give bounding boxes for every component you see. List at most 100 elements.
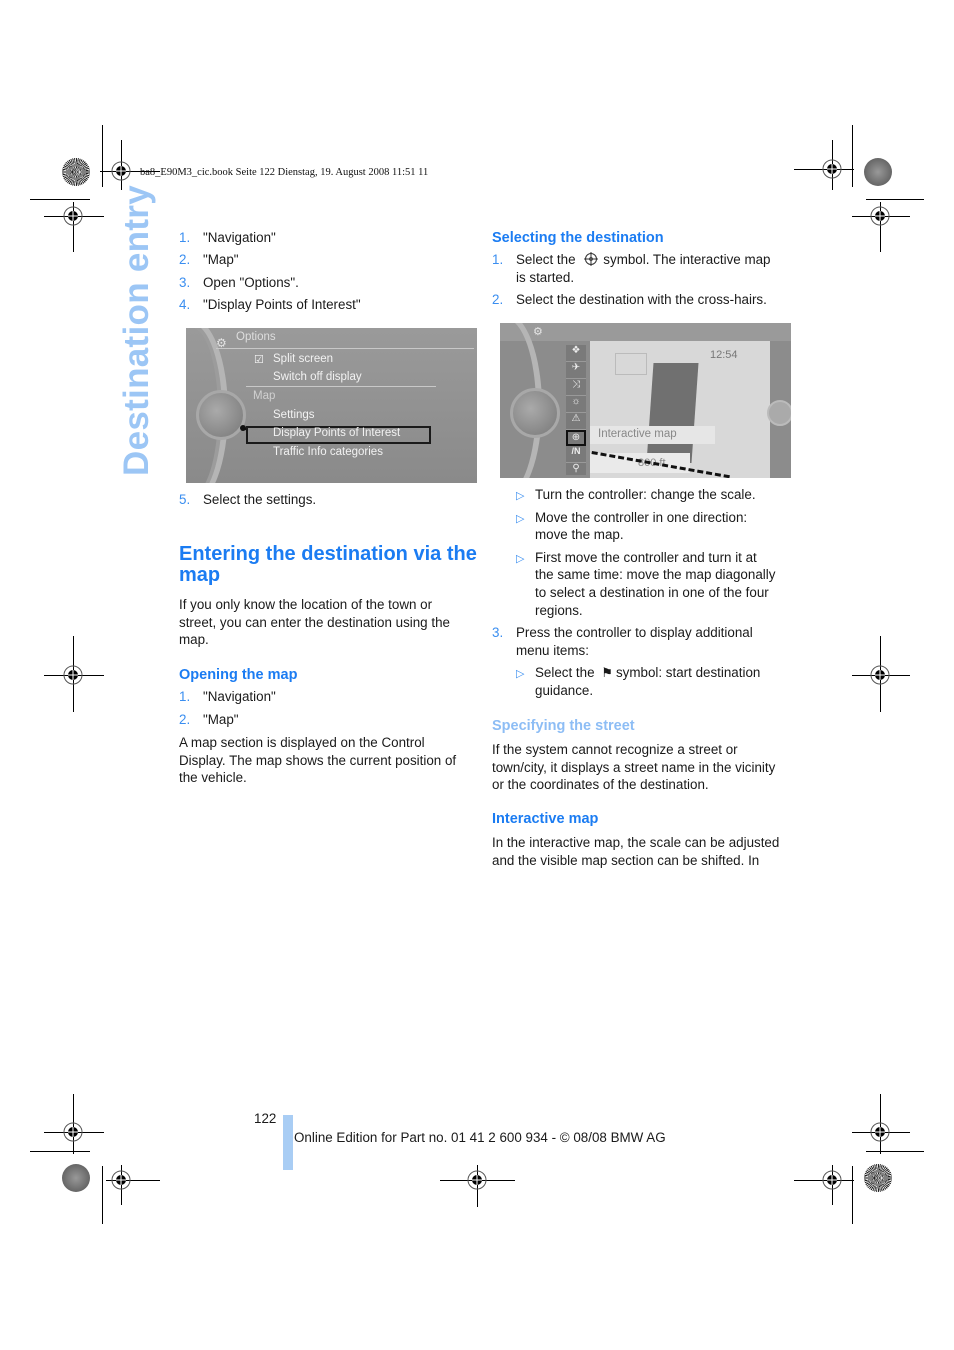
list-item: 2. "Map": [179, 251, 239, 269]
crop-line: [102, 125, 103, 187]
menu-item-settings[interactable]: Settings: [273, 409, 315, 421]
nav-gear-icon: ⚙: [533, 326, 543, 338]
interactive-map-screenshot: ⚙ 12:54 ❖ ✈ ⤨ ☼ ⚠ ⊕ /N ⚲ Interactive map…: [500, 323, 791, 478]
map-clock: 12:54: [710, 349, 738, 361]
step-number: 2.: [179, 712, 191, 727]
bullet-text-continued: guidance.: [535, 683, 594, 698]
bullet-text: Select the: [535, 665, 595, 680]
bullet-item: ▷ Select the ⚑ symbol: start destination: [516, 664, 760, 683]
bullet-text: First move the controller and turn it at: [535, 550, 757, 565]
options-menu-screenshot: ⚙ Options ☑ Split screen Switch off disp…: [186, 328, 477, 483]
list-item: 1. "Navigation": [179, 688, 276, 706]
step-text-continued: is started.: [516, 270, 575, 285]
menu-section-map: Map: [253, 390, 276, 402]
crosshair-button[interactable]: ⊕: [566, 430, 586, 446]
step-text-continued: menu items:: [516, 643, 589, 658]
divider: [216, 348, 474, 349]
screen-titlebar: [500, 323, 791, 341]
step-number: 1.: [492, 252, 504, 267]
chapter-side-title: Destination entry: [117, 185, 156, 476]
bullet-text: symbol: start destination: [615, 665, 761, 680]
edition-notice: Online Edition for Part no. 01 41 2 600 …: [294, 1130, 666, 1145]
list-item: 4. "Display Points of Interest": [179, 296, 361, 314]
list-item: 3. Press the controller to display additi…: [492, 624, 753, 642]
checkered-flag-icon: ⚑: [601, 665, 613, 680]
step-text: "Navigation": [203, 230, 276, 245]
toolbar-button[interactable]: ❖: [566, 345, 586, 362]
list-item: 2. Select the destination with the cross-…: [492, 291, 767, 309]
step-number: 4.: [179, 297, 191, 312]
step-text: "Display Points of Interest": [203, 297, 361, 312]
map-block: [646, 363, 699, 463]
crop-line: [866, 199, 924, 200]
toolbar-button[interactable]: ☼: [566, 396, 586, 413]
subheading-interactive-map: Interactive map: [492, 811, 599, 827]
step-number: 2.: [179, 252, 191, 267]
crop-line: [852, 125, 853, 187]
crop-line: [30, 199, 90, 200]
registration-target-icon: [111, 161, 131, 181]
toolbar-button[interactable]: ⤨: [566, 379, 586, 396]
menu-item-traffic-info[interactable]: Traffic Info categories: [273, 446, 383, 458]
registration-target-icon: [870, 206, 890, 226]
interactive-map-label: Interactive map: [598, 428, 677, 440]
controller-knob-icon: [196, 390, 246, 440]
warning-icon[interactable]: ⚠: [566, 413, 586, 430]
crop-line: [852, 1166, 853, 1224]
street-paragraph: If the system cannot recognize a street …: [492, 742, 776, 792]
menu-item-display-poi[interactable]: Display Points of Interest: [273, 427, 400, 439]
step-text: "Map": [203, 712, 239, 727]
crop-line: [866, 1151, 924, 1152]
right-controller-icon: [767, 400, 791, 426]
interactive-paragraph: In the interactive map, the scale can be…: [492, 835, 780, 868]
color-rosette-icon: [864, 158, 892, 186]
subheading-specifying-street: Specifying the street: [492, 718, 635, 734]
page-number: 122: [254, 1111, 277, 1126]
registration-target-icon: [63, 665, 83, 685]
menu-item-split-screen[interactable]: Split screen: [273, 353, 333, 365]
color-rosette-icon: [62, 158, 90, 186]
bullet-item: ▷ Turn the controller: change the scale.: [516, 486, 756, 505]
list-item: 2. "Map": [179, 711, 239, 729]
registration-target-icon: [467, 1170, 487, 1190]
bullet-text-continued: move the map.: [535, 527, 624, 542]
step-number: 3.: [179, 275, 191, 290]
step-number: 2.: [492, 292, 504, 307]
step-text: Select the destination with the cross-ha…: [516, 292, 767, 307]
checkbox-checked-icon: ☑: [254, 354, 264, 366]
crop-line: [30, 1151, 90, 1152]
bullet-text-continued: the same time: move the map diagonally: [535, 567, 776, 582]
options-title: Options: [236, 331, 276, 343]
step-text: Open "Options".: [203, 275, 299, 290]
subheading-selecting-destination: Selecting the destination: [492, 230, 664, 246]
subheading-opening-map: Opening the map: [179, 667, 298, 683]
footer-accent-bar: [283, 1115, 293, 1170]
intro-paragraph: If you only know the location of the tow…: [179, 597, 450, 647]
registration-target-icon: [63, 1122, 83, 1142]
registration-target-icon: [111, 1170, 131, 1190]
step-number: 1.: [179, 230, 191, 245]
menu-item-switch-off-display[interactable]: Switch off display: [273, 371, 362, 383]
zoom-button[interactable]: ⚲: [566, 463, 586, 478]
triangle-bullet-icon: ▷: [516, 668, 525, 680]
registration-target-icon: [870, 1122, 890, 1142]
list-item: 5. Select the settings.: [179, 491, 316, 509]
step-text: Press the controller to display addition…: [516, 625, 753, 640]
registration-target-icon: [870, 665, 890, 685]
list-item: 3. Open "Options".: [179, 274, 299, 292]
bullet-text: Move the controller in one direction:: [535, 510, 748, 525]
color-rosette-icon: [864, 1164, 892, 1192]
toolbar-button[interactable]: ✈: [566, 362, 586, 379]
step-text: symbol. The interactive map: [603, 252, 771, 267]
step-number: 3.: [492, 625, 504, 640]
step-number: 5.: [179, 492, 191, 507]
bullet-text-continued: to select a destination in one of the fo…: [535, 585, 769, 600]
map-road: [615, 353, 647, 375]
bullet-text-continued: regions.: [535, 603, 583, 618]
triangle-bullet-icon: ▷: [516, 513, 525, 525]
registration-target-icon: [822, 159, 842, 179]
crosshair-icon: [584, 252, 599, 266]
north-up-button[interactable]: /N: [566, 446, 586, 463]
opening-paragraph: A map section is displayed on the Contro…: [179, 735, 457, 785]
registration-target-icon: [63, 206, 83, 226]
